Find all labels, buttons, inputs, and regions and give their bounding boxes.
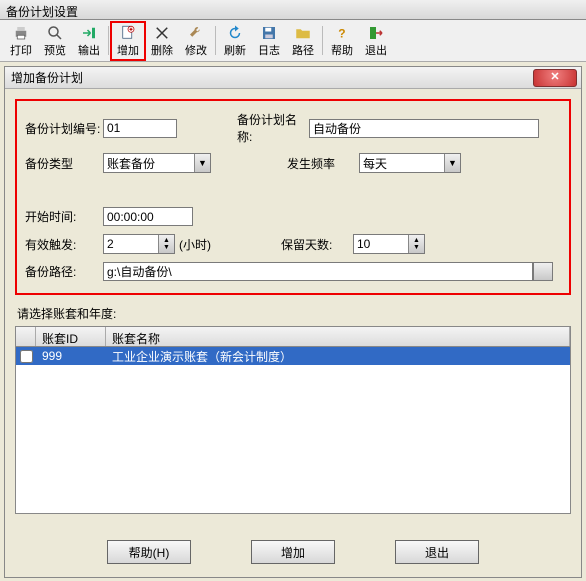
- row-checkbox[interactable]: [20, 350, 33, 363]
- chevron-down-icon[interactable]: ▼: [444, 154, 460, 172]
- backup-type-combo[interactable]: ▼: [103, 153, 211, 173]
- plan-name-input[interactable]: [309, 119, 539, 138]
- refresh-button[interactable]: 刷新: [218, 22, 252, 60]
- grid-note: 请选择账套和年度:: [17, 305, 571, 322]
- backup-path-label: 备份路径:: [25, 263, 103, 280]
- svg-text:?: ?: [338, 27, 345, 41]
- modify-label: 修改: [185, 42, 207, 58]
- dialog-exit-button[interactable]: 退出: [395, 540, 479, 564]
- delete-icon: [153, 24, 171, 42]
- magnifier-icon: [46, 24, 64, 42]
- trigger-label: 有效触发:: [25, 236, 103, 253]
- trigger-value[interactable]: [104, 235, 158, 253]
- dialog-help-button[interactable]: 帮助(H): [107, 540, 191, 564]
- log-label: 日志: [258, 42, 280, 58]
- add-button[interactable]: 增加: [111, 22, 145, 60]
- plan-no-input[interactable]: [103, 119, 177, 138]
- export-icon: [80, 24, 98, 42]
- start-time-input[interactable]: [103, 207, 193, 226]
- frequency-combo[interactable]: ▼: [359, 153, 461, 173]
- add-page-icon: [119, 24, 137, 42]
- exit-icon: [367, 24, 385, 42]
- spinner-arrows-icon[interactable]: ▲▼: [158, 235, 174, 253]
- chevron-down-icon[interactable]: ▼: [194, 154, 210, 172]
- close-icon: ✕: [550, 71, 559, 83]
- help-label: 帮助: [331, 42, 353, 58]
- dialog-title: 增加备份计划: [11, 69, 83, 86]
- backup-type-label: 备份类型: [25, 155, 103, 172]
- log-button[interactable]: 日志: [252, 22, 286, 60]
- dialog-button-bar: 帮助(H) 增加 退出: [5, 540, 581, 564]
- delete-button[interactable]: 删除: [145, 22, 179, 60]
- output-label: 输出: [78, 42, 100, 58]
- trigger-unit: (小时): [179, 236, 211, 253]
- wrench-icon: [187, 24, 205, 42]
- exit-button[interactable]: 退出: [359, 22, 393, 60]
- preview-label: 预览: [44, 42, 66, 58]
- floppy-icon: [260, 24, 278, 42]
- printer-icon: [12, 24, 30, 42]
- plan-name-label: 备份计划名称:: [237, 111, 309, 145]
- plan-no-label: 备份计划编号:: [25, 120, 103, 137]
- account-grid: 账套ID 账套名称 999 工业企业演示账套（新会计制度）: [15, 326, 571, 514]
- grid-header-id: 账套ID: [36, 327, 106, 346]
- refresh-label: 刷新: [224, 42, 246, 58]
- table-row[interactable]: 999 工业企业演示账套（新会计制度）: [16, 347, 570, 365]
- toolbar-separator: [215, 26, 216, 55]
- exit-label: 退出: [365, 42, 387, 58]
- row-id: 999: [36, 348, 106, 364]
- retain-days-spinner[interactable]: ▲▼: [353, 234, 425, 254]
- print-label: 打印: [10, 42, 32, 58]
- backup-path-input[interactable]: [103, 262, 533, 281]
- window-title-text: 备份计划设置: [6, 5, 78, 19]
- dialog-close-button[interactable]: ✕: [533, 69, 577, 87]
- delete-label: 删除: [151, 42, 173, 58]
- main-window-title: 备份计划设置: [0, 0, 586, 20]
- dialog-add-button[interactable]: 增加: [251, 540, 335, 564]
- start-time-label: 开始时间:: [25, 208, 103, 225]
- path-button[interactable]: 路径: [286, 22, 320, 60]
- folder-icon: [294, 24, 312, 42]
- trigger-spinner[interactable]: ▲▼: [103, 234, 175, 254]
- frequency-value[interactable]: [360, 154, 444, 172]
- grid-header-name: 账套名称: [106, 327, 570, 346]
- toolbar-separator: [322, 26, 323, 55]
- add-label: 增加: [117, 42, 139, 58]
- print-button[interactable]: 打印: [4, 22, 38, 60]
- refresh-icon: [226, 24, 244, 42]
- add-backup-plan-dialog: 增加备份计划 ✕ 备份计划编号: 备份计划名称: 备份类型 ▼ 发生频率 ▼: [4, 66, 582, 578]
- frequency-label: 发生频率: [287, 155, 359, 172]
- spinner-arrows-icon[interactable]: ▲▼: [408, 235, 424, 253]
- preview-button[interactable]: 预览: [38, 22, 72, 60]
- dialog-header: 增加备份计划 ✕: [5, 67, 581, 89]
- backup-type-value[interactable]: [104, 154, 194, 172]
- help-icon: ?: [333, 24, 351, 42]
- retain-days-label: 保留天数:: [281, 236, 353, 253]
- toolbar-separator: [108, 26, 109, 55]
- help-button[interactable]: ? 帮助: [325, 22, 359, 60]
- grid-header: 账套ID 账套名称: [16, 327, 570, 347]
- output-button[interactable]: 输出: [72, 22, 106, 60]
- retain-days-value[interactable]: [354, 235, 408, 253]
- modify-button[interactable]: 修改: [179, 22, 213, 60]
- main-toolbar: 打印 预览 输出 增加 删除 修改 刷新 日志 路径 ? 帮助 退出: [0, 20, 586, 62]
- grid-header-check: [16, 327, 36, 346]
- form-area: 备份计划编号: 备份计划名称: 备份类型 ▼ 发生频率 ▼ 开始时间: 有效: [15, 99, 571, 295]
- row-name: 工业企业演示账套（新会计制度）: [106, 347, 570, 366]
- browse-path-button[interactable]: [533, 262, 553, 281]
- path-label: 路径: [292, 42, 314, 58]
